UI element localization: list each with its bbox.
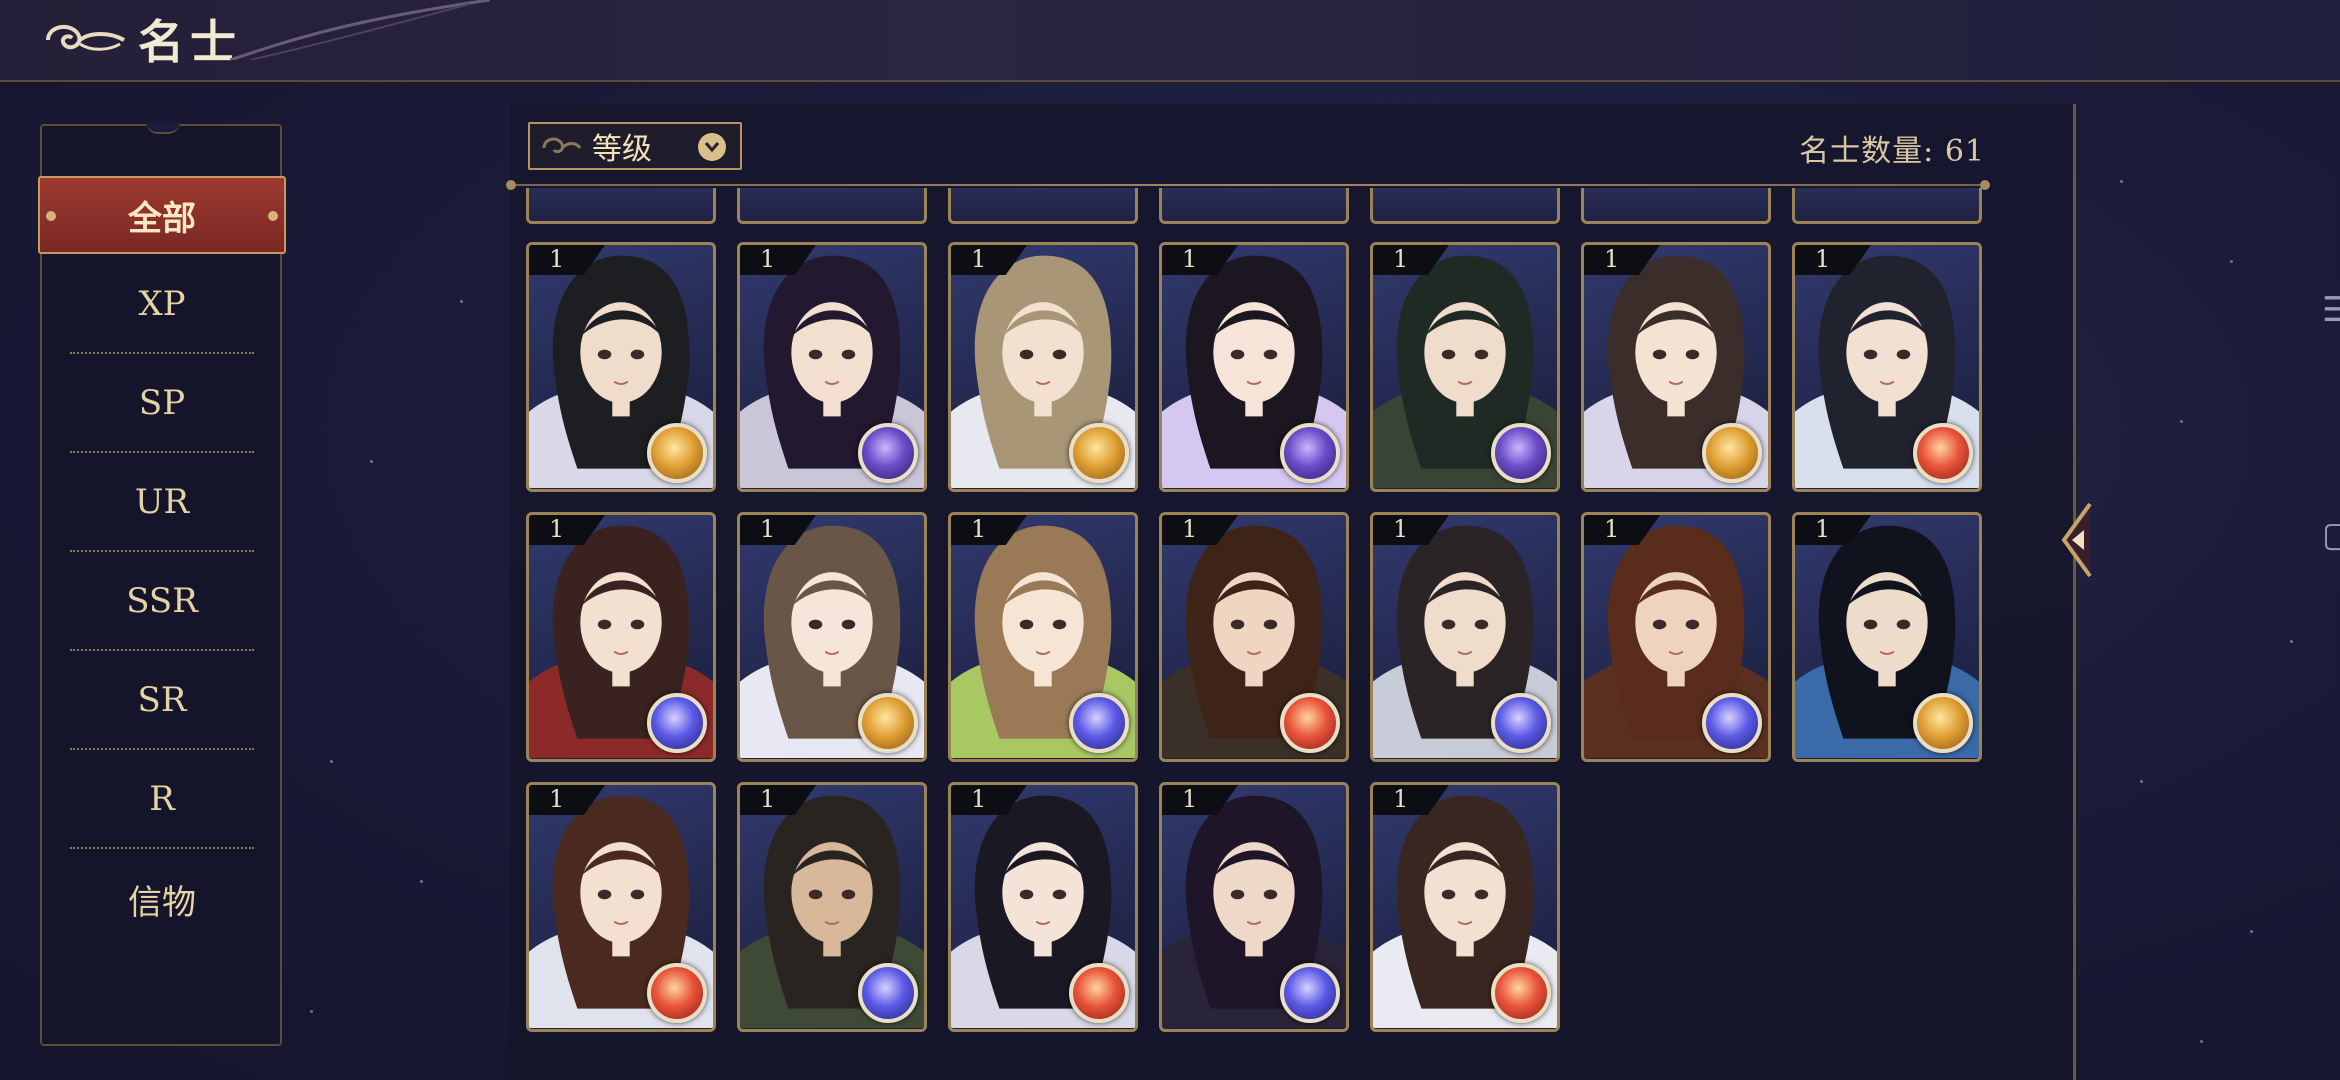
character-grid[interactable]: 1111111111111111111 (518, 188, 1998, 1078)
card-partial[interactable] (1792, 188, 1982, 224)
card-partial[interactable] (1370, 188, 1560, 224)
character-panel: 等级 名士数量: 61 1111111111111111111 (506, 104, 2076, 1080)
character-card[interactable]: 1 (1581, 242, 1771, 492)
menu-icon[interactable]: ☰ (2322, 290, 2340, 330)
element-icon (647, 693, 707, 753)
category-token[interactable]: 信物 (70, 850, 254, 948)
element-icon (647, 423, 707, 483)
category-label: 全部 (128, 198, 196, 239)
character-card[interactable]: 1 (1159, 782, 1349, 1032)
category-sr[interactable]: SR (70, 652, 254, 750)
cloud-swirl-icon (542, 137, 582, 154)
character-card[interactable]: 1 (526, 782, 716, 1032)
element-icon (1280, 423, 1340, 483)
card-partial[interactable] (1581, 188, 1771, 224)
character-card[interactable]: 1 (1581, 512, 1771, 762)
character-card[interactable]: 1 (1792, 512, 1982, 762)
character-card[interactable]: 1 (1370, 512, 1560, 762)
element-icon (1702, 693, 1762, 753)
count-label: 名士数量: (1799, 134, 1935, 169)
element-icon (1702, 423, 1762, 483)
character-card[interactable]: 1 (1159, 242, 1349, 492)
category-r[interactable]: R (70, 751, 254, 849)
element-icon (858, 423, 918, 483)
character-card[interactable]: 1 (526, 512, 716, 762)
element-icon (647, 963, 707, 1023)
character-card[interactable]: 1 (737, 242, 927, 492)
element-icon (1280, 963, 1340, 1023)
element-icon (1913, 423, 1973, 483)
character-card[interactable]: 1 (1370, 782, 1560, 1032)
category-label: SP (138, 383, 186, 423)
category-all[interactable]: 全部 (38, 176, 286, 254)
box-icon[interactable]: ▢ (2322, 515, 2340, 555)
element-icon (858, 963, 918, 1023)
character-card[interactable]: 1 (948, 512, 1138, 762)
card-partial[interactable] (948, 188, 1138, 224)
character-card[interactable]: 1 (737, 512, 927, 762)
card-partial[interactable] (1159, 188, 1349, 224)
element-icon (1069, 423, 1129, 483)
category-label: SSR (126, 581, 198, 621)
category-ur[interactable]: UR (70, 454, 254, 552)
card-partial[interactable] (526, 188, 716, 224)
element-icon (1913, 693, 1973, 753)
panel-divider (506, 180, 1990, 190)
chevron-down-icon (698, 133, 726, 161)
element-icon (1069, 963, 1129, 1023)
category-ssr[interactable]: SSR (70, 553, 254, 651)
character-card[interactable]: 1 (948, 782, 1138, 1032)
character-card[interactable]: 1 (526, 242, 716, 492)
category-label: R (149, 779, 175, 819)
count-value: 61 (1944, 134, 1985, 169)
card-partial[interactable] (737, 188, 927, 224)
sort-dropdown[interactable]: 等级 (528, 122, 742, 170)
element-icon (1280, 693, 1340, 753)
sort-label: 等级 (592, 132, 652, 167)
category-xp[interactable]: XP (70, 256, 254, 354)
element-icon (1491, 693, 1551, 753)
character-card[interactable]: 1 (1792, 242, 1982, 492)
character-count: 名士数量: 61 (1799, 126, 1985, 170)
category-sidebar: 全部 XP SP UR SSR SR R 信物 (38, 122, 286, 1046)
sidebar-notch (146, 122, 180, 134)
collapse-arrow-icon[interactable] (2050, 500, 2100, 580)
cloud-swirl-icon (46, 24, 125, 51)
category-label: 信物 (128, 882, 196, 923)
element-icon (1491, 963, 1551, 1023)
category-sp[interactable]: SP (70, 355, 254, 453)
element-icon (1491, 423, 1551, 483)
category-label: SR (137, 680, 187, 720)
element-icon (858, 693, 918, 753)
character-card[interactable]: 1 (1370, 242, 1560, 492)
element-icon (1069, 693, 1129, 753)
page-title: 名士 (138, 15, 242, 69)
character-card[interactable]: 1 (948, 242, 1138, 492)
category-label: UR (134, 482, 190, 522)
character-card[interactable]: 1 (737, 782, 927, 1032)
character-card[interactable]: 1 (1159, 512, 1349, 762)
header-bar: 名士 (0, 0, 2340, 82)
category-label: XP (138, 284, 186, 324)
header-ornament (230, 0, 490, 60)
